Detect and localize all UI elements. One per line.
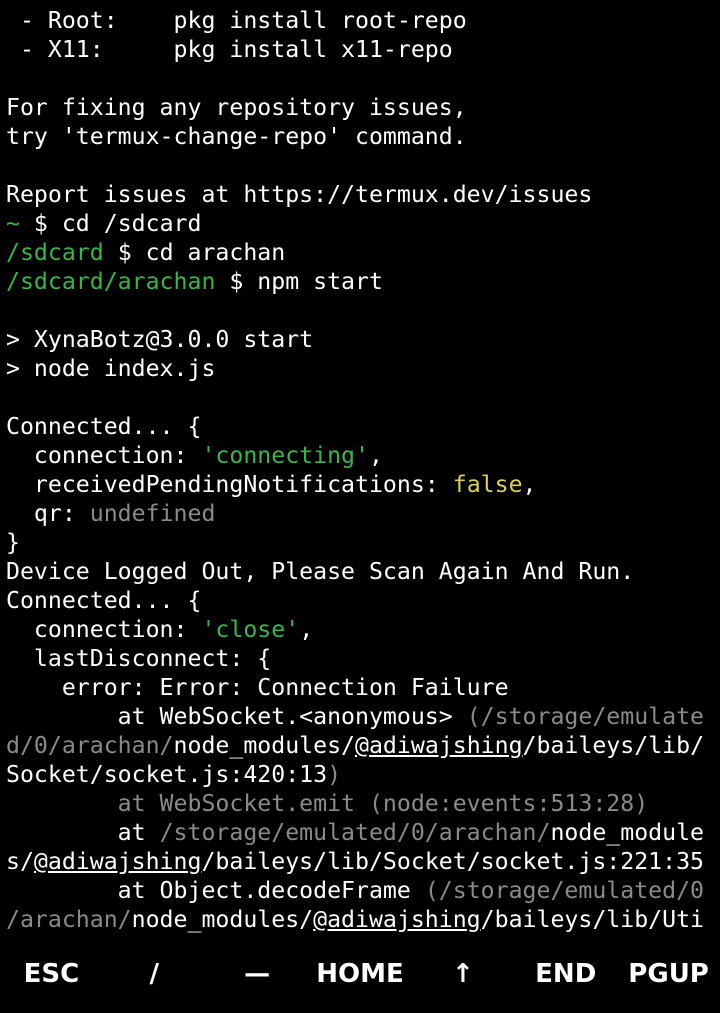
terminal-text: (/storage/emulated/0 [424, 877, 705, 904]
terminal-text: false [452, 471, 523, 498]
terminal-line: /sdcard/arachan $ npm start [6, 267, 720, 296]
terminal-line: try 'termux-change-repo' command. [6, 122, 720, 151]
terminal-line: at Object.decodeFrame (/storage/emulated… [6, 876, 720, 905]
terminal-text: error: Error: Connection Failure [6, 674, 509, 701]
terminal-text: d/0/arachan/ [6, 732, 174, 759]
terminal-text: $ cd /sdcard [19, 210, 202, 237]
terminal-line: Device Logged Out, Please Scan Again And… [6, 557, 720, 586]
terminal-text: , [299, 616, 314, 643]
terminal-text: receivedPendingNotifications: [6, 471, 453, 498]
terminal-text: - X11: pkg install x11-repo [6, 36, 453, 63]
terminal-line: at WebSocket.emit (node:events:513:28) [6, 789, 720, 818]
terminal-text: lastDisconnect: { [6, 645, 272, 672]
home-key[interactable]: HOME [309, 959, 412, 989]
terminal-text: s/ [6, 848, 34, 875]
terminal-text: > node index.js [6, 355, 216, 382]
terminal-text: /baileys/lib/ [522, 732, 705, 759]
terminal-text: } [6, 529, 20, 556]
end-key[interactable]: END [514, 959, 617, 989]
terminal-text: at WebSocket.emit (node:events:513:28) [6, 790, 649, 817]
terminal-text: /baileys/lib/Socket/socket.js:221:35 [201, 848, 705, 875]
terminal-line: ~ $ cd /sdcard [6, 209, 720, 238]
terminal-text: node_modules/ [173, 732, 356, 759]
esc-key[interactable]: ESC [0, 959, 103, 989]
terminal-text: /arachan/ [6, 906, 132, 933]
terminal-line: Connected... { [6, 412, 720, 441]
terminal-line: - X11: pkg install x11-repo [6, 35, 720, 64]
terminal-text: 'connecting' [201, 442, 369, 469]
terminal-text: at WebSocket.<anonymous> [6, 703, 467, 730]
terminal-line: Socket/socket.js:420:13) [6, 760, 720, 789]
terminal-text: , [368, 442, 383, 469]
terminal-line: /arachan/node_modules/@adiwajshing/baile… [6, 905, 720, 934]
terminal-text: node_modules/ [131, 906, 314, 933]
terminal-text: , [522, 471, 537, 498]
terminal-text: Connected... { [6, 587, 202, 614]
terminal-text: connection: [6, 616, 202, 643]
terminal-text: undefined [89, 500, 216, 527]
extra-keys-bar: ESC / — HOME ↑ END PGUP [0, 935, 720, 1013]
slash-key[interactable]: / [103, 959, 206, 989]
terminal-text: Connected... { [6, 413, 202, 440]
terminal-line: at WebSocket.<anonymous> (/storage/emula… [6, 702, 720, 731]
terminal-line: connection: 'connecting', [6, 441, 720, 470]
terminal-text: connection: [6, 442, 202, 469]
terminal-text: $ cd arachan [103, 239, 286, 266]
terminal-line: connection: 'close', [6, 615, 720, 644]
terminal-text: For fixing any repository issues, [6, 94, 467, 121]
terminal-line: For fixing any repository issues, [6, 93, 720, 122]
pgup-key[interactable]: PGUP [617, 959, 720, 989]
terminal-line: Connected... { [6, 586, 720, 615]
terminal-line: - Root: pkg install root-repo [6, 6, 720, 35]
terminal-text: > XynaBotz@3.0.0 start [6, 326, 314, 353]
terminal-text: 'close' [201, 616, 300, 643]
terminal-text: (/storage/emulate [466, 703, 705, 730]
up-arrow-key[interactable]: ↑ [411, 959, 514, 989]
terminal-line: Report issues at https://termux.dev/issu… [6, 180, 720, 209]
terminal-text: - Root: pkg install root-repo [6, 7, 467, 34]
terminal-line: /sdcard $ cd arachan [6, 238, 720, 267]
terminal-text: @adiwajshing [33, 848, 202, 875]
terminal-line: qr: undefined [6, 499, 720, 528]
terminal-text: @adiwajshing [313, 906, 481, 933]
terminal-text: at [6, 819, 160, 846]
terminal-line: error: Error: Connection Failure [6, 673, 720, 702]
terminal-text: ) [327, 761, 342, 788]
terminal-line: receivedPendingNotifications: false, [6, 470, 720, 499]
terminal-text: node_module [550, 819, 705, 846]
terminal-text: @adiwajshing [355, 732, 523, 759]
terminal-line: > XynaBotz@3.0.0 start [6, 325, 720, 354]
terminal-output[interactable]: - Root: pkg install root-repo - X11: pkg… [0, 0, 720, 935]
terminal-line: at /storage/emulated/0/arachan/node_modu… [6, 818, 720, 847]
terminal-text: /sdcard [6, 239, 104, 266]
terminal-text: /storage/emulated/0/arachan/ [159, 819, 551, 846]
terminal-line: d/0/arachan/node_modules/@adiwajshing/ba… [6, 731, 720, 760]
terminal-line: lastDisconnect: { [6, 644, 720, 673]
terminal-text: $ npm start [215, 268, 383, 295]
terminal-line: > node index.js [6, 354, 720, 383]
terminal-text: qr: [6, 500, 90, 527]
terminal-text: ~ [6, 210, 20, 237]
terminal-text: Socket/socket.js:420:13 [6, 761, 328, 788]
terminal-text: Device Logged Out, Please Scan Again And… [6, 558, 635, 585]
terminal-text: /sdcard/arachan [6, 268, 216, 295]
terminal-line: s/@adiwajshing/baileys/lib/Socket/socket… [6, 847, 720, 876]
dash-key[interactable]: — [206, 959, 309, 989]
terminal-text: /baileys/lib/Uti [480, 906, 705, 933]
terminal-text: Report issues at https://termux.dev/issu… [6, 181, 593, 208]
terminal-text: try 'termux-change-repo' command. [6, 123, 467, 150]
terminal-line: } [6, 528, 720, 557]
terminal-text: at Object.decodeFrame [6, 877, 425, 904]
